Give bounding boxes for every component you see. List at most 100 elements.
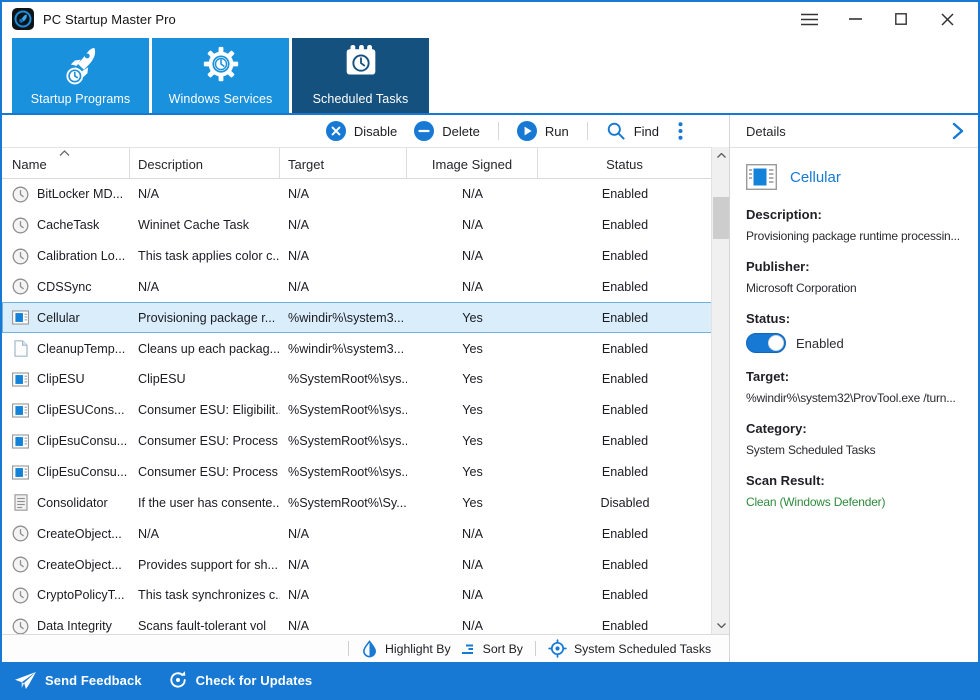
status-label: Status: <box>746 311 964 326</box>
task-name: CreateObject... <box>37 558 122 572</box>
highlight-drop-icon <box>361 640 378 658</box>
table-row[interactable]: ClipESU ClipESU %SystemRoot%\sys... Yes … <box>2 364 712 395</box>
task-target: %SystemRoot%\Sy... <box>280 496 407 510</box>
table-row[interactable]: Cellular Provisioning package r... %wind… <box>2 302 712 333</box>
send-feedback-label: Send Feedback <box>45 673 142 688</box>
close-icon[interactable] <box>924 4 970 34</box>
table-row[interactable]: CryptoPolicyT... This task synchronizes … <box>2 580 712 611</box>
scroll-down-icon[interactable] <box>712 617 730 634</box>
target-value: %windir%\system32\ProvTool.exe /turn... <box>746 391 964 405</box>
selected-task-name: Cellular <box>790 169 841 186</box>
task-status: Enabled <box>538 527 712 541</box>
task-name: ClipEsuConsu... <box>37 465 127 479</box>
task-name: CreateObject... <box>37 527 122 541</box>
task-target: N/A <box>280 558 407 572</box>
highlight-by-button[interactable]: Highlight By <box>361 640 451 658</box>
details-title: Details <box>746 124 786 139</box>
task-target: N/A <box>280 527 407 541</box>
search-icon <box>606 121 626 141</box>
check-updates-button[interactable]: Check for Updates <box>168 670 313 690</box>
title-bar: PC Startup Master Pro <box>2 2 978 36</box>
find-button[interactable]: Find <box>602 121 663 141</box>
task-name-cell: CryptoPolicyT... <box>2 587 130 604</box>
table-row[interactable]: CDSSync N/A N/A N/A Enabled <box>2 272 712 303</box>
collapse-panel-chevron-icon[interactable] <box>951 122 965 140</box>
table-row[interactable]: Consolidator If the user has consente...… <box>2 487 712 518</box>
scrollbar-thumb[interactable] <box>713 197 729 239</box>
calendar-clock-icon <box>292 38 429 92</box>
column-header-name[interactable]: Name <box>2 148 130 178</box>
task-name: CleanupTemp... <box>37 342 125 356</box>
table-row[interactable]: ClipEsuConsu... Consumer ESU: Process ..… <box>2 426 712 457</box>
category-filter-button[interactable]: System Scheduled Tasks <box>548 639 711 658</box>
table-row[interactable]: CleanupTemp... Cleans up each packag... … <box>2 333 712 364</box>
maximize-icon[interactable] <box>878 4 924 34</box>
column-label: Description <box>138 157 203 172</box>
column-header-target[interactable]: Target <box>280 148 407 178</box>
table-row[interactable]: ClipESUCons... Consumer ESU: Eligibilit.… <box>2 395 712 426</box>
task-type-icon <box>12 340 29 357</box>
table-row[interactable]: ClipEsuConsu... Consumer ESU: Process ..… <box>2 457 712 488</box>
tab-scheduled-tasks[interactable]: Scheduled Tasks <box>292 38 429 113</box>
task-target: %SystemRoot%\sys... <box>280 372 407 386</box>
task-description: ClipESU <box>130 372 280 386</box>
column-header-description[interactable]: Description <box>130 148 280 178</box>
vertical-scrollbar[interactable] <box>711 147 729 634</box>
task-target: %windir%\system3... <box>280 311 407 325</box>
task-description: Scans fault-tolerant vol <box>130 619 280 633</box>
details-header: Details <box>730 115 978 148</box>
sort-by-button[interactable]: Sort By <box>459 642 523 656</box>
target-label: Target: <box>746 369 964 384</box>
column-header-status[interactable]: Status <box>538 148 712 178</box>
task-status: Enabled <box>538 218 712 232</box>
task-type-icon <box>12 433 29 450</box>
bottom-bar-separator <box>535 641 536 656</box>
task-image-signed: Yes <box>407 496 538 510</box>
status-toggle[interactable] <box>746 333 786 353</box>
tab-label: Startup Programs <box>31 92 131 106</box>
task-status: Enabled <box>538 588 712 602</box>
task-image-signed: Yes <box>407 465 538 479</box>
run-button[interactable]: Run <box>513 121 573 141</box>
task-type-icon <box>12 556 29 573</box>
task-image-signed: Yes <box>407 434 538 448</box>
task-description: Consumer ESU: Process ... <box>130 434 280 448</box>
hamburger-icon[interactable] <box>786 4 832 34</box>
table-row[interactable]: BitLocker MD... N/A N/A N/A Enabled <box>2 179 712 210</box>
clock-task-icon <box>12 618 29 634</box>
kebab-menu-icon[interactable] <box>672 122 689 140</box>
delete-button[interactable]: Delete <box>410 121 484 141</box>
table-row[interactable]: CacheTask Wininet Cache Task N/A N/A Ena… <box>2 210 712 241</box>
task-image-signed: Yes <box>407 311 538 325</box>
tab-strip: Startup Programs <box>2 36 978 113</box>
minimize-icon[interactable] <box>832 4 878 34</box>
disable-button[interactable]: Disable <box>322 121 401 141</box>
task-target: %windir%\system3... <box>280 342 407 356</box>
task-status: Enabled <box>538 558 712 572</box>
task-name-cell: Calibration Lo... <box>2 248 130 265</box>
task-type-icon <box>12 618 29 634</box>
task-type-icon <box>12 186 29 203</box>
sort-by-label: Sort By <box>483 642 523 656</box>
task-status: Enabled <box>538 403 712 417</box>
column-header-image-signed[interactable]: Image Signed <box>407 148 538 178</box>
app-task-icon <box>12 434 29 449</box>
table-row[interactable]: CreateObject... Provides support for sh.… <box>2 549 712 580</box>
scroll-up-icon[interactable] <box>712 147 730 164</box>
table-header: Name Description Target Image Signed Sta… <box>2 147 712 179</box>
task-target: N/A <box>280 187 407 201</box>
send-feedback-button[interactable]: Send Feedback <box>14 671 142 690</box>
task-image-signed: Yes <box>407 342 538 356</box>
table-row[interactable]: Data Integrity Scans fault-tolerant vol … <box>2 611 712 634</box>
task-name-cell: CreateObject... <box>2 556 130 573</box>
task-image-signed: N/A <box>407 619 538 633</box>
scan-result-value: Clean (Windows Defender) <box>746 495 964 509</box>
bottom-bar-separator <box>348 641 349 656</box>
tab-startup-programs[interactable]: Startup Programs <box>12 38 149 113</box>
tab-windows-services[interactable]: Windows Services <box>152 38 289 113</box>
main-area: Disable Delete Run Find <box>2 115 978 662</box>
table-row[interactable]: Calibration Lo... This task applies colo… <box>2 241 712 272</box>
tab-label: Scheduled Tasks <box>313 92 409 106</box>
table-row[interactable]: CreateObject... N/A N/A N/A Enabled <box>2 518 712 549</box>
task-description: Consumer ESU: Process ... <box>130 465 280 479</box>
